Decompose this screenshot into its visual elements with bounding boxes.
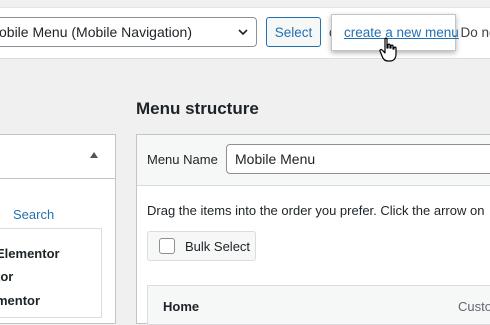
bulk-select-button[interactable]: Bulk Select [147, 231, 256, 261]
top-strip [0, 0, 490, 8]
list-item[interactable]: Elementor [0, 246, 60, 261]
hand-pointer-cursor-icon [379, 37, 397, 62]
menu-name-input[interactable]: Mobile Menu [226, 144, 490, 174]
page-section-title: Menu structure [136, 99, 259, 118]
create-new-menu-link[interactable]: create a new menu [344, 25, 459, 40]
bulk-select-checkbox[interactable] [159, 238, 175, 254]
caret-up-icon[interactable] [90, 152, 98, 158]
chevron-down-icon [238, 29, 248, 36]
bulk-select-label: Bulk Select [185, 238, 251, 254]
list-item[interactable]: tor [0, 269, 13, 284]
menu-select-dropdown[interactable]: obile Menu (Mobile Navigation) [0, 17, 257, 47]
accordion-header[interactable] [0, 135, 115, 179]
menu-item-title: Home [163, 299, 200, 314]
list-item[interactable]: mentor [0, 293, 40, 308]
menu-name-label: Menu Name [147, 152, 218, 167]
trailing-text: . Do no [453, 25, 490, 40]
menu-select-value: obile Menu (Mobile Navigation) [0, 24, 192, 40]
select-button[interactable]: Select [266, 17, 321, 47]
drag-instructions: Drag the items into the order you prefer… [147, 203, 485, 218]
menu-item-type: Custo [458, 299, 490, 314]
search-tab[interactable]: Search [13, 207, 54, 222]
